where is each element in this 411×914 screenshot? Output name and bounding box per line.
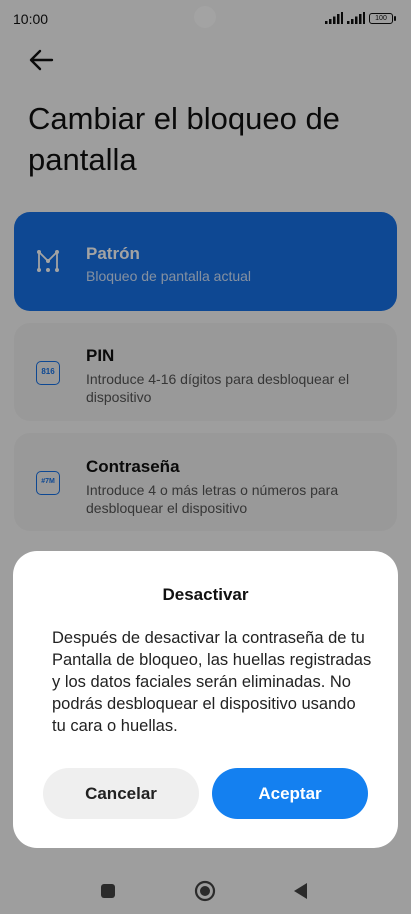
navigation-bar — [0, 866, 411, 914]
back-icon[interactable] — [288, 878, 314, 904]
accept-button[interactable]: Aceptar — [212, 768, 368, 819]
home-icon[interactable] — [192, 878, 218, 904]
dialog-title: Desactivar — [162, 585, 249, 604]
confirm-dialog: Desactivar Después de desactivar la cont… — [13, 551, 398, 848]
dialog-message: Después de desactivar la contraseña de t… — [52, 629, 372, 735]
recents-icon[interactable] — [95, 878, 121, 904]
cancel-button[interactable]: Cancelar — [43, 768, 199, 819]
